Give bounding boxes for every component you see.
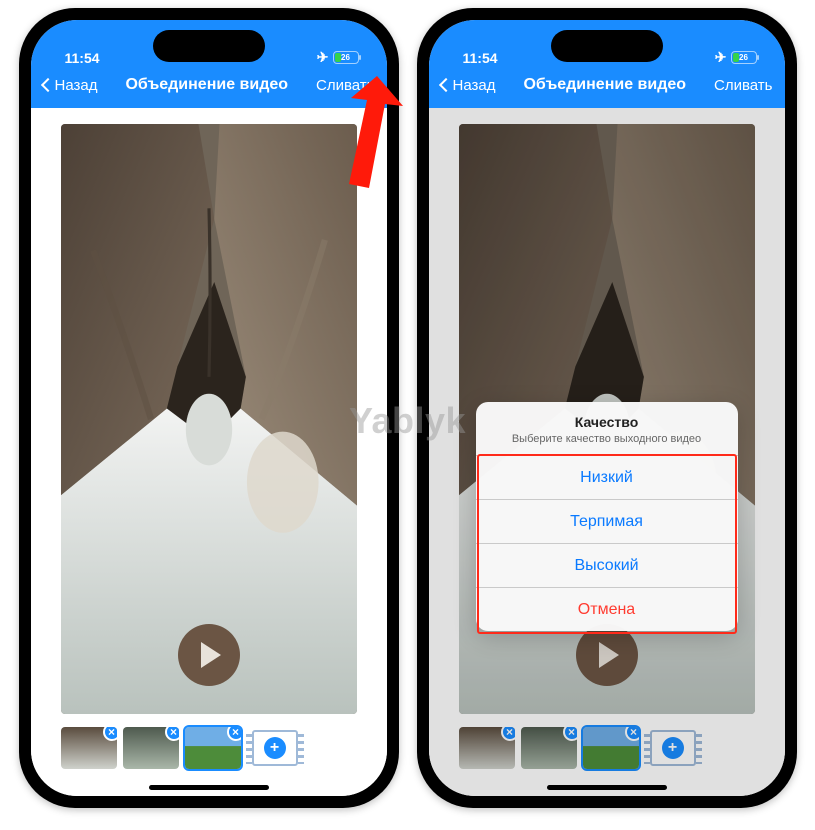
merge-button[interactable]: Сливать — [714, 77, 772, 94]
sheet-subtitle: Выберите качество выходного видео — [490, 433, 724, 445]
remove-clip-icon[interactable]: × — [165, 727, 179, 741]
nav-bar: Назад Объединение видео Сливать — [31, 68, 387, 108]
dynamic-island — [153, 30, 265, 62]
airplane-icon: ✈︎ — [317, 49, 329, 66]
dynamic-island — [551, 30, 663, 62]
phone-left: 11:54 ✈︎ 26 Назад Объединение видео Слив… — [19, 8, 399, 808]
add-clip-button[interactable]: + — [247, 727, 303, 769]
clip-thumb[interactable]: × — [61, 727, 117, 769]
airplane-icon: ✈︎ — [715, 49, 727, 66]
play-icon — [201, 642, 221, 668]
clip-thumb[interactable]: × — [185, 727, 241, 769]
chevron-left-icon — [438, 78, 452, 92]
remove-clip-icon[interactable]: × — [103, 727, 117, 741]
clip-thumb[interactable]: × — [123, 727, 179, 769]
remove-clip-icon[interactable]: × — [227, 727, 241, 741]
quality-action-sheet: Качество Выберите качество выходного вид… — [476, 402, 738, 631]
merge-button[interactable]: Сливать — [316, 77, 374, 94]
quality-option-high[interactable]: Высокий — [476, 543, 738, 587]
quality-option-low[interactable]: Низкий — [476, 455, 738, 499]
back-button[interactable]: Назад — [43, 77, 98, 94]
quality-option-medium[interactable]: Терпимая — [476, 499, 738, 543]
quality-cancel[interactable]: Отмена — [476, 587, 738, 631]
nav-bar: Назад Объединение видео Сливать — [429, 68, 785, 108]
chevron-left-icon — [40, 78, 54, 92]
phone-right: 11:54 ✈︎ 26 Назад Объединение видео Слив… — [417, 8, 797, 808]
sheet-title: Качество — [490, 414, 724, 430]
battery-icon: 26 — [333, 51, 359, 64]
back-label: Назад — [453, 77, 496, 94]
battery-icon: 26 — [731, 51, 757, 64]
video-preview[interactable] — [61, 124, 357, 714]
page-title: Объединение видео — [523, 76, 686, 94]
page-title: Объединение видео — [125, 76, 288, 94]
plus-icon: + — [264, 737, 286, 759]
home-indicator — [149, 785, 269, 790]
status-time: 11:54 — [65, 50, 100, 66]
status-time: 11:54 — [463, 50, 498, 66]
play-button[interactable] — [178, 624, 240, 686]
back-label: Назад — [55, 77, 98, 94]
back-button[interactable]: Назад — [441, 77, 496, 94]
